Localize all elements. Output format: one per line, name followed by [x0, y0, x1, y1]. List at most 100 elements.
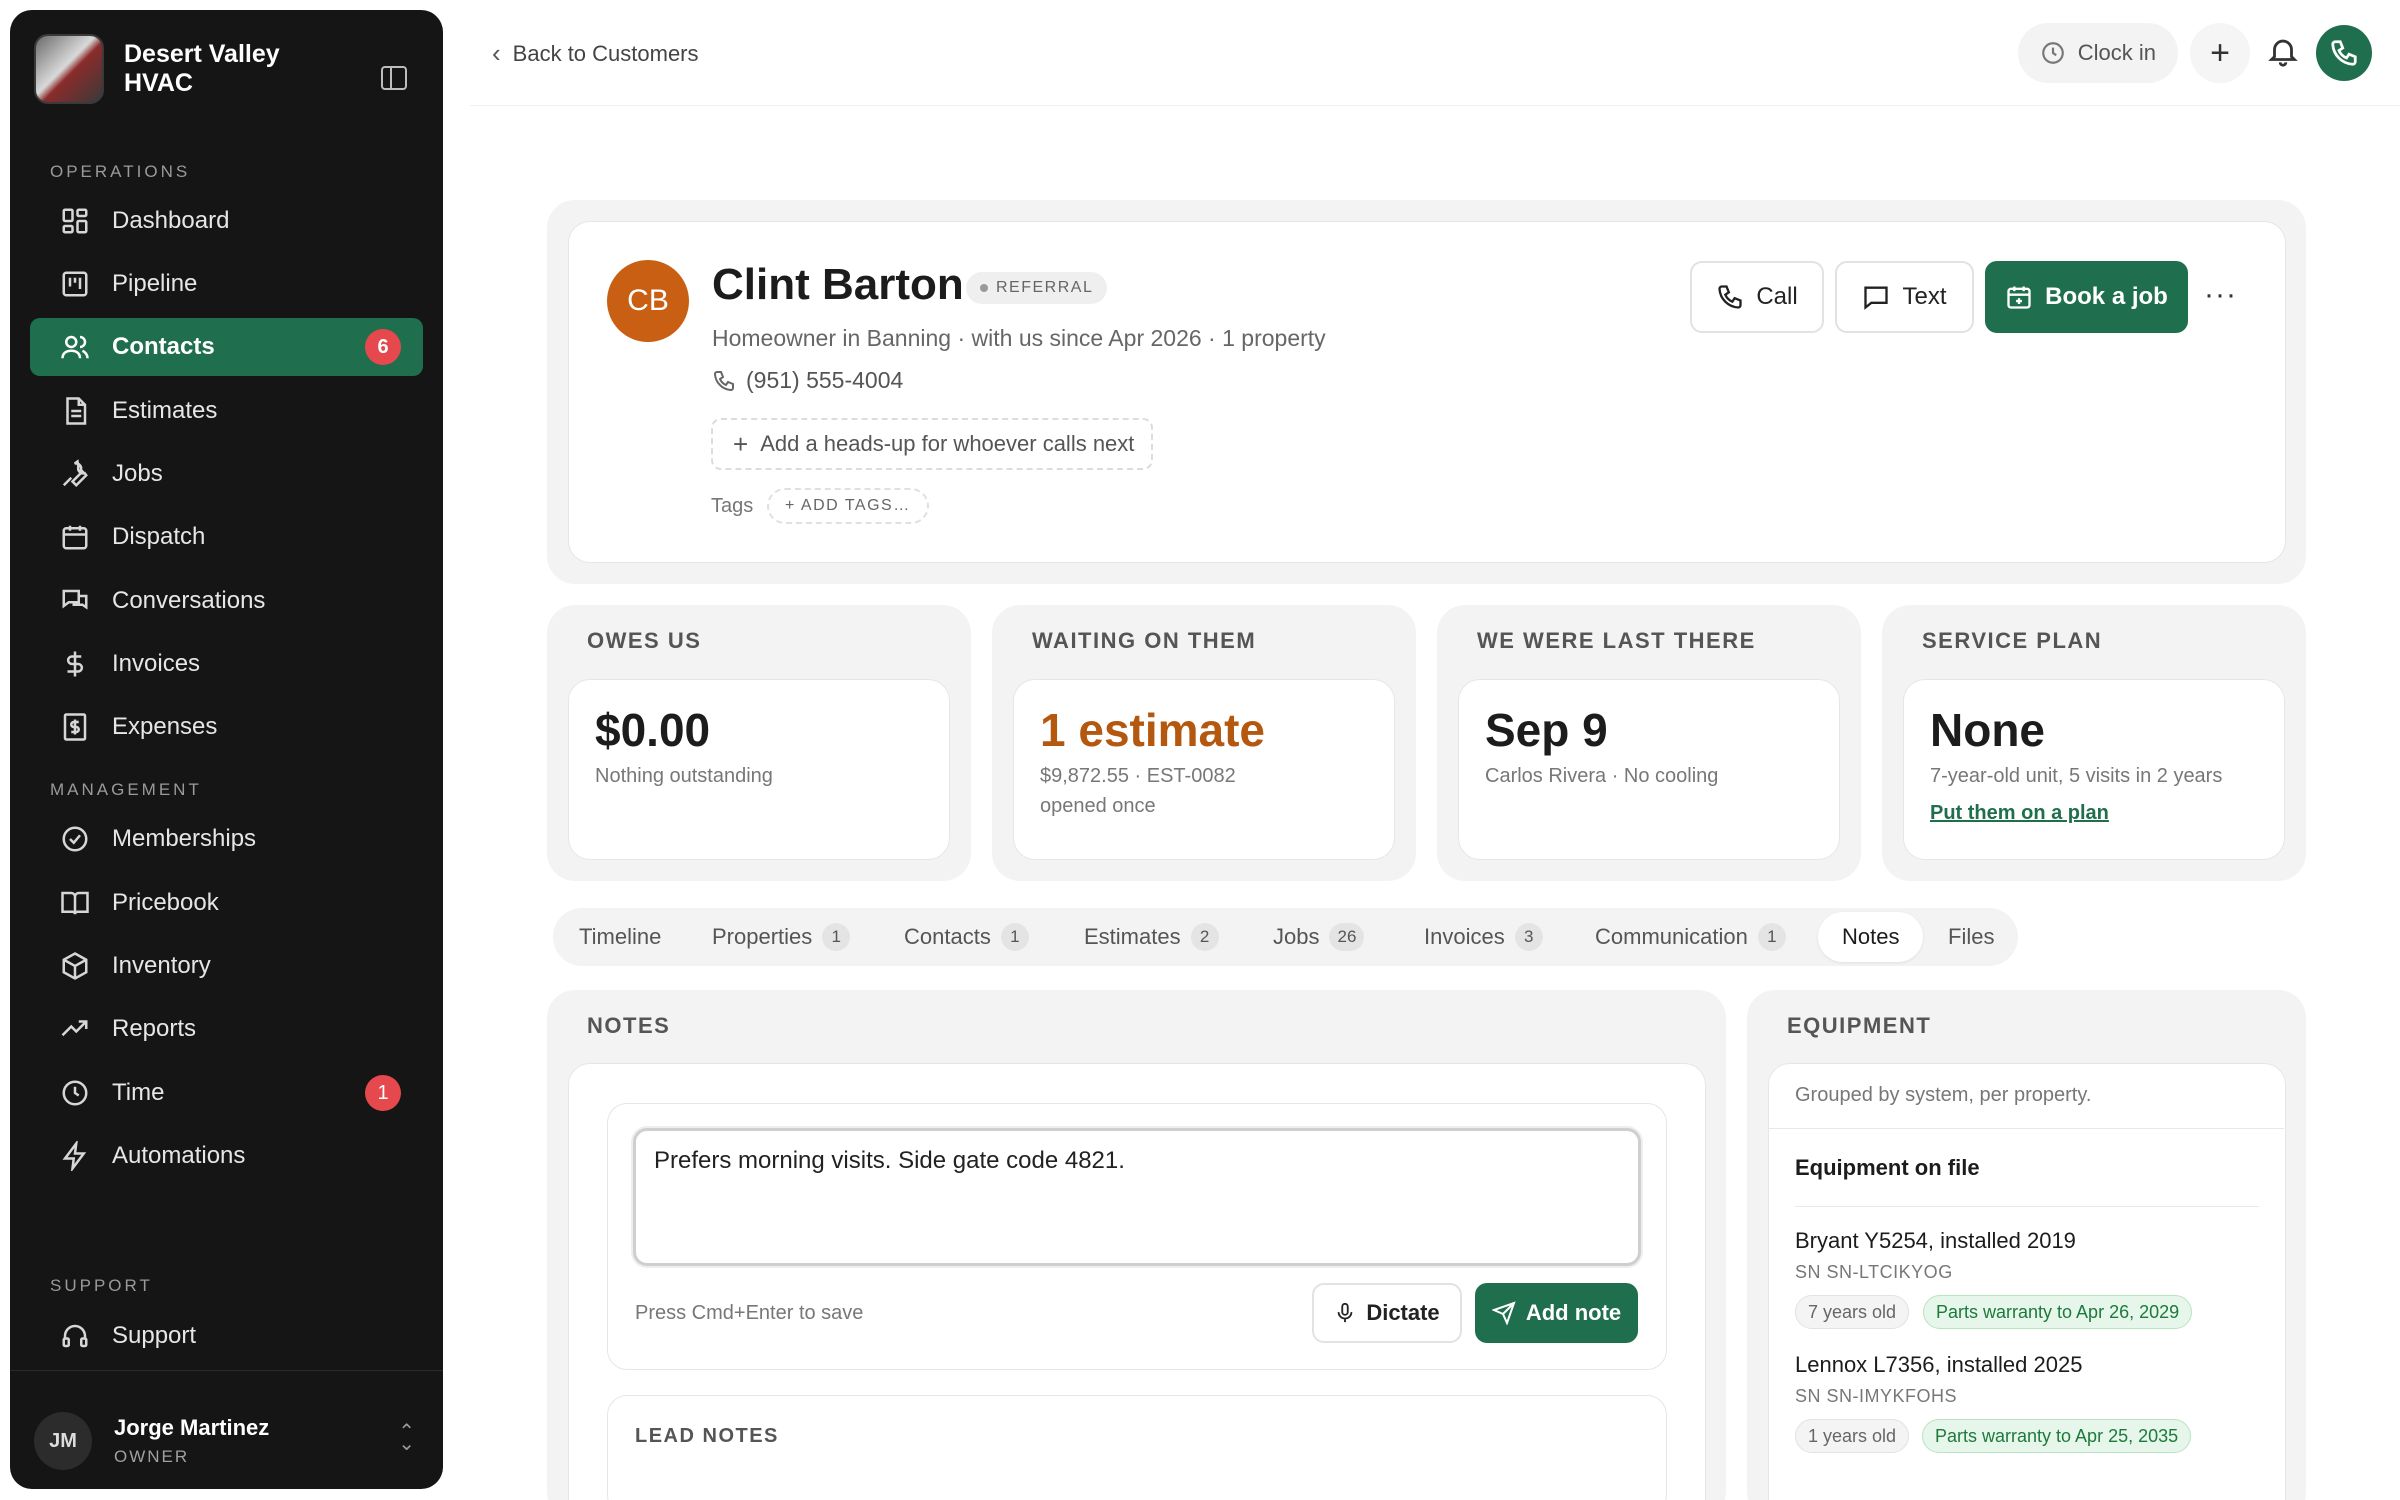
- sidebar-divider: [10, 1370, 443, 1371]
- tab-communication[interactable]: Communication 1: [1595, 908, 1786, 966]
- tab-label: Communication: [1595, 924, 1748, 949]
- call-button[interactable]: Call: [1690, 261, 1824, 333]
- stat-sub: $9,872.55 · EST-0082: [1040, 765, 1236, 787]
- sidebar-item-automations[interactable]: Automations: [30, 1127, 423, 1185]
- plus-icon: +: [733, 428, 749, 459]
- user-role: OWNER: [114, 1447, 190, 1466]
- tab-label: Notes: [1842, 924, 1900, 949]
- stat-value: $0.00: [595, 704, 711, 756]
- phone-icon: [2331, 40, 2357, 66]
- tab-label: Timeline: [579, 924, 662, 949]
- add-new-button[interactable]: +: [2190, 23, 2250, 83]
- sidebar-item-jobs[interactable]: Jobs: [30, 445, 423, 503]
- sidebar-collapse-icon[interactable]: [381, 66, 407, 90]
- plus-icon: +: [2210, 33, 2230, 72]
- sidebar-item-expenses[interactable]: Expenses: [30, 698, 423, 756]
- dictate-button[interactable]: Dictate: [1312, 1283, 1462, 1343]
- notifications-button[interactable]: [2266, 34, 2302, 70]
- sidebar-item-pricebook[interactable]: Pricebook: [30, 874, 423, 932]
- microphone-icon: [1337, 1302, 1353, 1323]
- customer-phone[interactable]: (951) 555-4004: [712, 367, 903, 394]
- note-input[interactable]: [633, 1128, 1641, 1266]
- tab-contacts[interactable]: Contacts 1: [904, 908, 1029, 966]
- text-button[interactable]: Text: [1835, 261, 1974, 333]
- sidebar-item-dashboard[interactable]: Dashboard: [30, 192, 423, 250]
- more-actions-button[interactable]: ···: [2204, 278, 2237, 312]
- stat-title: WE WERE LAST THERE: [1477, 628, 1756, 653]
- sidebar-item-contacts[interactable]: Contacts 6: [30, 318, 423, 376]
- sidebar-item-label: Dispatch: [112, 523, 206, 550]
- add-heads-up-button[interactable]: + Add a heads-up for whoever calls next: [711, 418, 1153, 470]
- stat-title: SERVICE PLAN: [1922, 628, 2103, 653]
- stat-value: Sep 9: [1485, 704, 1608, 756]
- dollar-icon: [60, 649, 90, 679]
- warranty-pill: Parts warranty to Apr 26, 2029: [1923, 1295, 2193, 1329]
- calendar-plus-icon: [2007, 286, 2031, 309]
- add-note-button[interactable]: Add note: [1475, 1283, 1638, 1343]
- sidebar-item-conversations[interactable]: Conversations: [30, 572, 423, 630]
- text-button-label: Text: [1902, 283, 1947, 310]
- box-icon: [60, 951, 90, 981]
- add-heads-up-label: Add a heads-up for whoever calls next: [760, 431, 1135, 456]
- stat-title: OWES US: [587, 628, 702, 653]
- back-link-label: Back to Customers: [512, 40, 699, 66]
- clock-in-button[interactable]: Clock in: [2017, 23, 2178, 83]
- customer-name: Clint Barton: [712, 260, 964, 309]
- bolt-icon: [60, 1141, 90, 1171]
- add-tags-button[interactable]: + ADD TAGS…: [767, 488, 929, 524]
- section-label-support: SUPPORT: [50, 1276, 153, 1295]
- sidebar: Desert Valley HVAC OPERATIONS Dashboard …: [10, 10, 443, 1489]
- tab-count: 3: [1514, 923, 1543, 951]
- sidebar-item-pipeline[interactable]: Pipeline: [30, 255, 423, 313]
- referral-tag-label: REFERRAL: [996, 279, 1094, 296]
- phone-dialer-button[interactable]: [2316, 25, 2372, 81]
- sidebar-item-inventory[interactable]: Inventory: [30, 937, 423, 995]
- tab-timeline[interactable]: Timeline: [579, 908, 661, 966]
- chevron-up-down-icon: ⌃ ⌄: [398, 1421, 415, 1455]
- brand[interactable]: Desert Valley HVAC: [34, 34, 344, 104]
- sidebar-item-label: Memberships: [112, 825, 257, 852]
- tags-label: Tags: [711, 495, 754, 517]
- equipment-name[interactable]: Lennox L7356, installed 2025: [1795, 1352, 2082, 1378]
- sidebar-item-time[interactable]: Time 1: [30, 1064, 423, 1122]
- back-to-customers-link[interactable]: ‹ Back to Customers: [492, 38, 699, 69]
- sidebar-item-label: Time: [112, 1079, 165, 1106]
- tab-jobs[interactable]: Jobs 26: [1273, 908, 1365, 966]
- book-icon: [60, 888, 90, 918]
- sidebar-item-reports[interactable]: Reports: [30, 1000, 423, 1058]
- sidebar-item-label: Expenses: [112, 713, 218, 740]
- tab-notes[interactable]: Notes: [1818, 912, 1924, 962]
- tab-files[interactable]: Files: [1948, 908, 1994, 966]
- equipment-name[interactable]: Bryant Y5254, installed 2019: [1795, 1228, 2076, 1254]
- sidebar-item-dispatch[interactable]: Dispatch: [30, 508, 423, 566]
- headset-icon: [60, 1321, 90, 1351]
- tab-estimates[interactable]: Estimates 2: [1084, 908, 1219, 966]
- book-a-job-button[interactable]: Book a job: [1985, 261, 2188, 333]
- user-name: Jorge Martinez: [114, 1415, 270, 1440]
- clock-icon: [2041, 42, 2064, 64]
- customer-tabs: Timeline Properties 1 Contacts 1 Estimates…: [553, 908, 2018, 966]
- sidebar-item-label: Reports: [112, 1015, 197, 1042]
- equipment-title: EQUIPMENT: [1787, 1013, 1932, 1038]
- sidebar-item-invoices[interactable]: Invoices: [30, 635, 423, 693]
- tab-invoices[interactable]: Invoices 3: [1424, 908, 1543, 966]
- sidebar-item-support[interactable]: Support: [30, 1307, 423, 1365]
- tab-label: Contacts: [904, 924, 991, 949]
- tab-label: Jobs: [1273, 924, 1320, 949]
- tab-properties[interactable]: Properties 1: [712, 908, 851, 966]
- put-on-plan-link[interactable]: Put them on a plan: [1930, 802, 2109, 825]
- equipment-divider: [1795, 1206, 2259, 1207]
- sidebar-item-estimates[interactable]: Estimates: [30, 382, 423, 440]
- badge-check-icon: [60, 824, 90, 854]
- send-icon: [1491, 1301, 1516, 1325]
- equipment-serial: SN SN-LTCIKYOG: [1795, 1262, 1953, 1282]
- dashboard-icon: [60, 206, 90, 236]
- tab-count: 26: [1329, 923, 1365, 951]
- stat-sub: opened once: [1040, 795, 1156, 817]
- user-menu[interactable]: JM Jorge Martinez OWNER ⌃ ⌄: [34, 1408, 427, 1474]
- tab-label: Estimates: [1084, 924, 1181, 949]
- chat-icon: [60, 586, 90, 616]
- avatar: CB: [607, 260, 689, 342]
- sidebar-item-memberships[interactable]: Memberships: [30, 810, 423, 868]
- section-label-operations: OPERATIONS: [50, 162, 191, 181]
